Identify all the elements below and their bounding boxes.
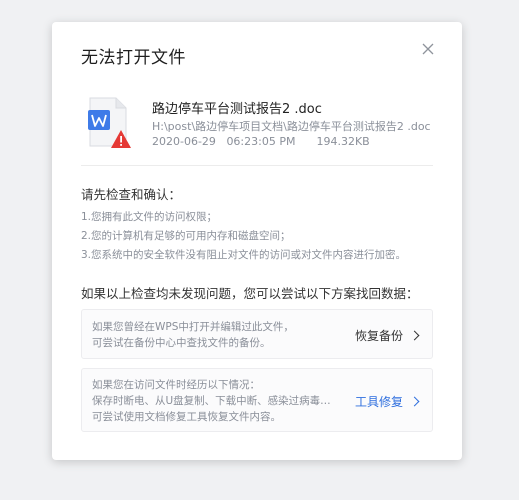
backup-description: 如果您曾经在WPS中打开并编辑过此文件， 可尝试在备份中心中查找文件的备份。 <box>92 319 294 351</box>
divider <box>81 165 433 166</box>
file-time: 06:23:05 PM <box>226 135 296 148</box>
file-name: 路边停车平台测试报告2 .doc <box>152 102 322 117</box>
repair-description: 如果您在访问文件时经历以下情况： 保存时断电、从U盘复制、下载中断、感染过病毒…… <box>92 377 331 425</box>
file-date: 2020-06-29 <box>152 135 216 148</box>
repair-line: 可尝试使用文档修复工具恢复文件内容。 <box>92 411 281 423</box>
check-list: 1.您拥有此文件的访问权限； 2.您的计算机有足够的可用内存和磁盘空间； 3.您… <box>81 208 406 265</box>
file-size: 194.32KB <box>316 135 370 148</box>
restore-backup-button[interactable]: 恢复备份 <box>354 327 420 344</box>
dialog-title: 无法打开文件 <box>81 48 186 68</box>
list-item: 2.您的计算机有足够的可用内存和磁盘空间； <box>81 230 291 242</box>
open-file-error-dialog: 无法打开文件 路边停车平台测试报告2 .doc H:\post\路边停车项目文档… <box>52 22 462 460</box>
backup-line: 可尝试在备份中心中查找文件的备份。 <box>92 337 271 349</box>
check-heading: 请先检查和确认： <box>81 187 182 202</box>
list-item: 3.您系统中的安全软件没有阻止对文件的访问或对文件内容进行加密。 <box>81 249 407 261</box>
tool-repair-label: 工具修复 <box>354 395 403 409</box>
chevron-right-icon <box>409 330 420 341</box>
chevron-right-icon <box>409 396 420 407</box>
repair-line: 如果您在访问文件时经历以下情况： <box>92 379 260 391</box>
repair-line: 保存时断电、从U盘复制、下载中断、感染过病毒… <box>92 395 331 407</box>
word-document-warning-icon <box>88 96 132 150</box>
file-path: H:\post\路边停车项目文档\路边停车平台测试报告2 .doc <box>152 120 431 133</box>
backup-card: 如果您曾经在WPS中打开并编辑过此文件， 可尝试在备份中心中查找文件的备份。 恢… <box>81 309 433 359</box>
list-item: 1.您拥有此文件的访问权限； <box>81 211 218 223</box>
recover-heading: 如果以上检查均未发现问题，您可以尝试以下方案找回数据： <box>81 286 419 301</box>
tool-repair-button[interactable]: 工具修复 <box>354 393 420 410</box>
restore-backup-label: 恢复备份 <box>354 329 403 343</box>
file-meta: 2020-06-29 06:23:05 PM 194.32KB <box>152 135 370 148</box>
repair-card: 如果您在访问文件时经历以下情况： 保存时断电、从U盘复制、下载中断、感染过病毒…… <box>81 368 433 432</box>
close-icon[interactable] <box>417 38 439 60</box>
backup-line: 如果您曾经在WPS中打开并编辑过此文件， <box>92 321 294 333</box>
